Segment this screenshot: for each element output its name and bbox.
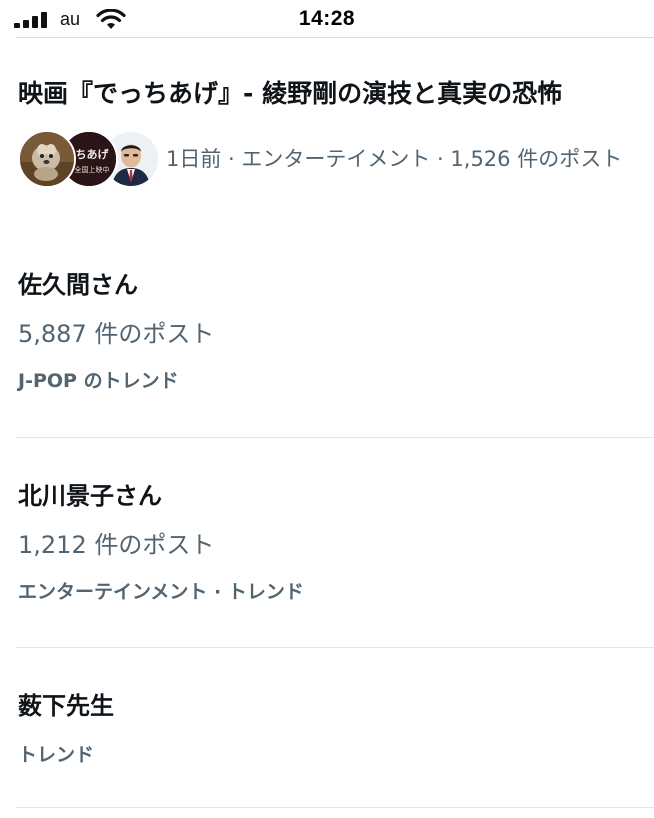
trend-title: 佐久間さん [18, 271, 138, 299]
trend-context: エンターテインメント · トレンド [18, 581, 304, 603]
trend-item[interactable]: 薮下先生 トレンド [18, 689, 638, 769]
divider [16, 647, 654, 648]
news-item[interactable]: 映画『でっちあげ』- 綾野剛の演技と真実の恐怖 ちあげ 全国上映中 1日前 · … [18, 74, 638, 188]
status-divider [16, 37, 654, 38]
poster-title-text: ちあげ [76, 147, 110, 161]
trend-item[interactable]: 北川景子さん 1,212 件のポスト エンターテインメント · トレンド [18, 479, 638, 606]
trend-post-count: 1,212 件のポスト [18, 531, 215, 559]
news-title: 映画『でっちあげ』- 綾野剛の演技と真実の恐怖 [18, 79, 563, 108]
status-bar: au 14:28 [0, 0, 654, 38]
dog-photo-avatar [18, 130, 76, 188]
status-time: 14:28 [298, 7, 356, 30]
trend-context: トレンド [18, 744, 95, 766]
divider [16, 807, 654, 808]
divider [16, 437, 654, 438]
poster-subtitle-text: 全国上映中 [75, 165, 110, 174]
trend-context: J-POP のトレンド [18, 370, 179, 392]
trend-item[interactable]: 佐久間さん 5,887 件のポスト J-POP のトレンド [18, 268, 638, 395]
trend-title: 薮下先生 [18, 692, 114, 720]
news-meta-row: ちあげ 全国上映中 1日前 · エンターテイメント · 1,526 件のポスト [18, 128, 654, 188]
news-meta-text: 1日前 · エンターテイメント · 1,526 件のポスト [166, 147, 623, 171]
trend-title: 北川景子さん [18, 482, 162, 510]
trend-post-count: 5,887 件のポスト [18, 320, 215, 348]
